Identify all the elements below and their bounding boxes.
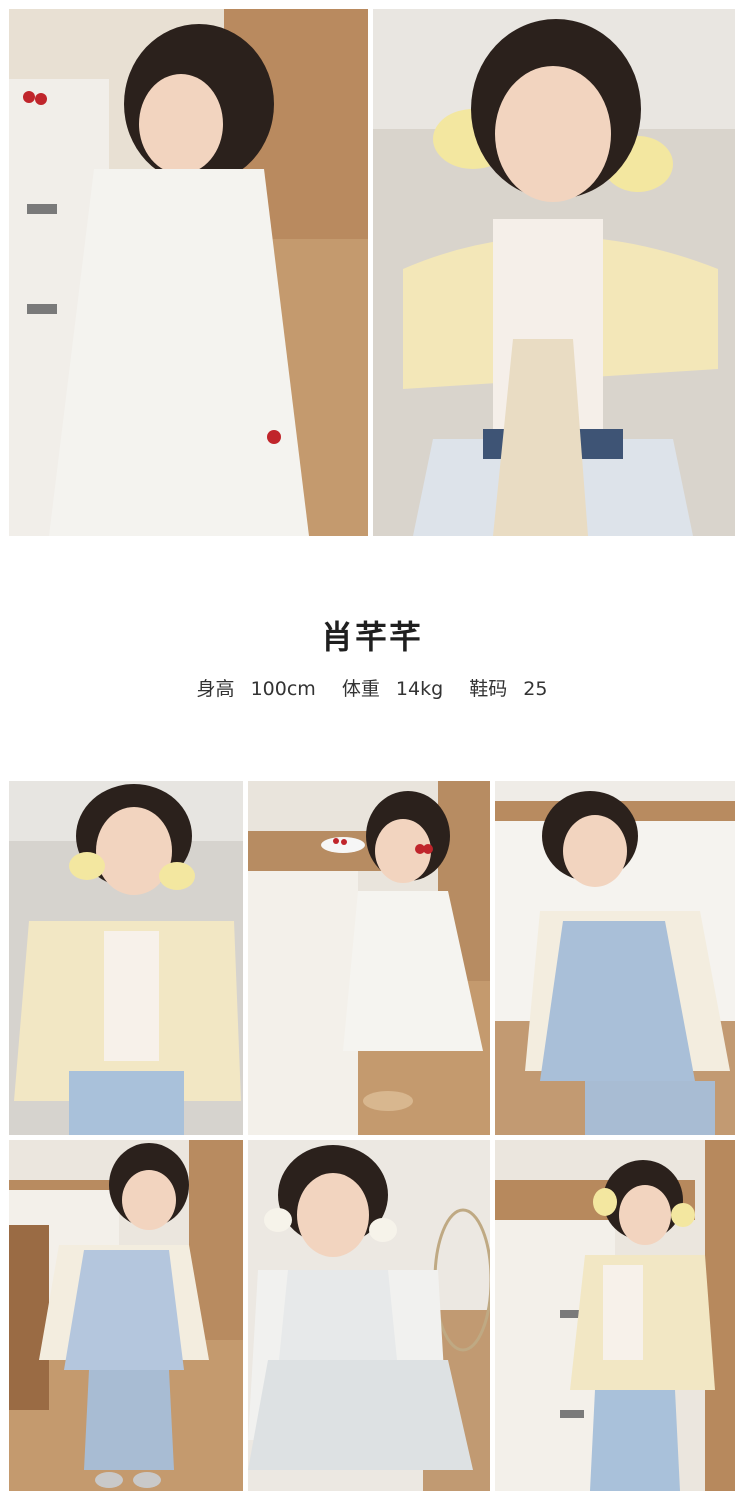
photo-image: [495, 781, 735, 1135]
weight-value: 14kg: [395, 678, 444, 700]
photo-image: [9, 9, 368, 536]
height-value: 100cm: [250, 678, 316, 700]
height-stat: 身高 100cm: [192, 678, 321, 700]
photo-crochet-vest-flared-jeans[interactable]: [9, 1140, 243, 1491]
photo-image: [495, 1140, 735, 1491]
shoe-label: 鞋码: [469, 678, 508, 700]
model-stats: 身高 100cm 体重 14kg 鞋码 25: [0, 674, 744, 701]
photo-image: [248, 1140, 490, 1491]
photo-image: [9, 1140, 243, 1491]
photo-image: [9, 781, 243, 1135]
shoe-value: 25: [523, 678, 548, 700]
photo-image: [248, 781, 490, 1135]
photo-white-tulle-dress-kitchen[interactable]: [9, 9, 368, 536]
photo-white-dress-cherries[interactable]: [248, 781, 490, 1135]
photo-blue-crochet-vest[interactable]: [495, 781, 735, 1135]
height-label: 身高: [196, 678, 235, 700]
weight-stat: 体重 14kg: [337, 678, 448, 700]
photo-image: [373, 9, 735, 536]
shoe-stat: 鞋码 25: [464, 678, 552, 700]
photo-printed-jacket-sofa[interactable]: [9, 781, 243, 1135]
photo-printed-jacket-kitchen[interactable]: [495, 1140, 735, 1491]
weight-label: 体重: [341, 678, 380, 700]
photo-yellow-raglan-tee-lace-skirt[interactable]: [373, 9, 735, 536]
model-name: 肖芊芊: [320, 618, 423, 656]
photo-cami-tulle-dress[interactable]: [248, 1140, 490, 1491]
